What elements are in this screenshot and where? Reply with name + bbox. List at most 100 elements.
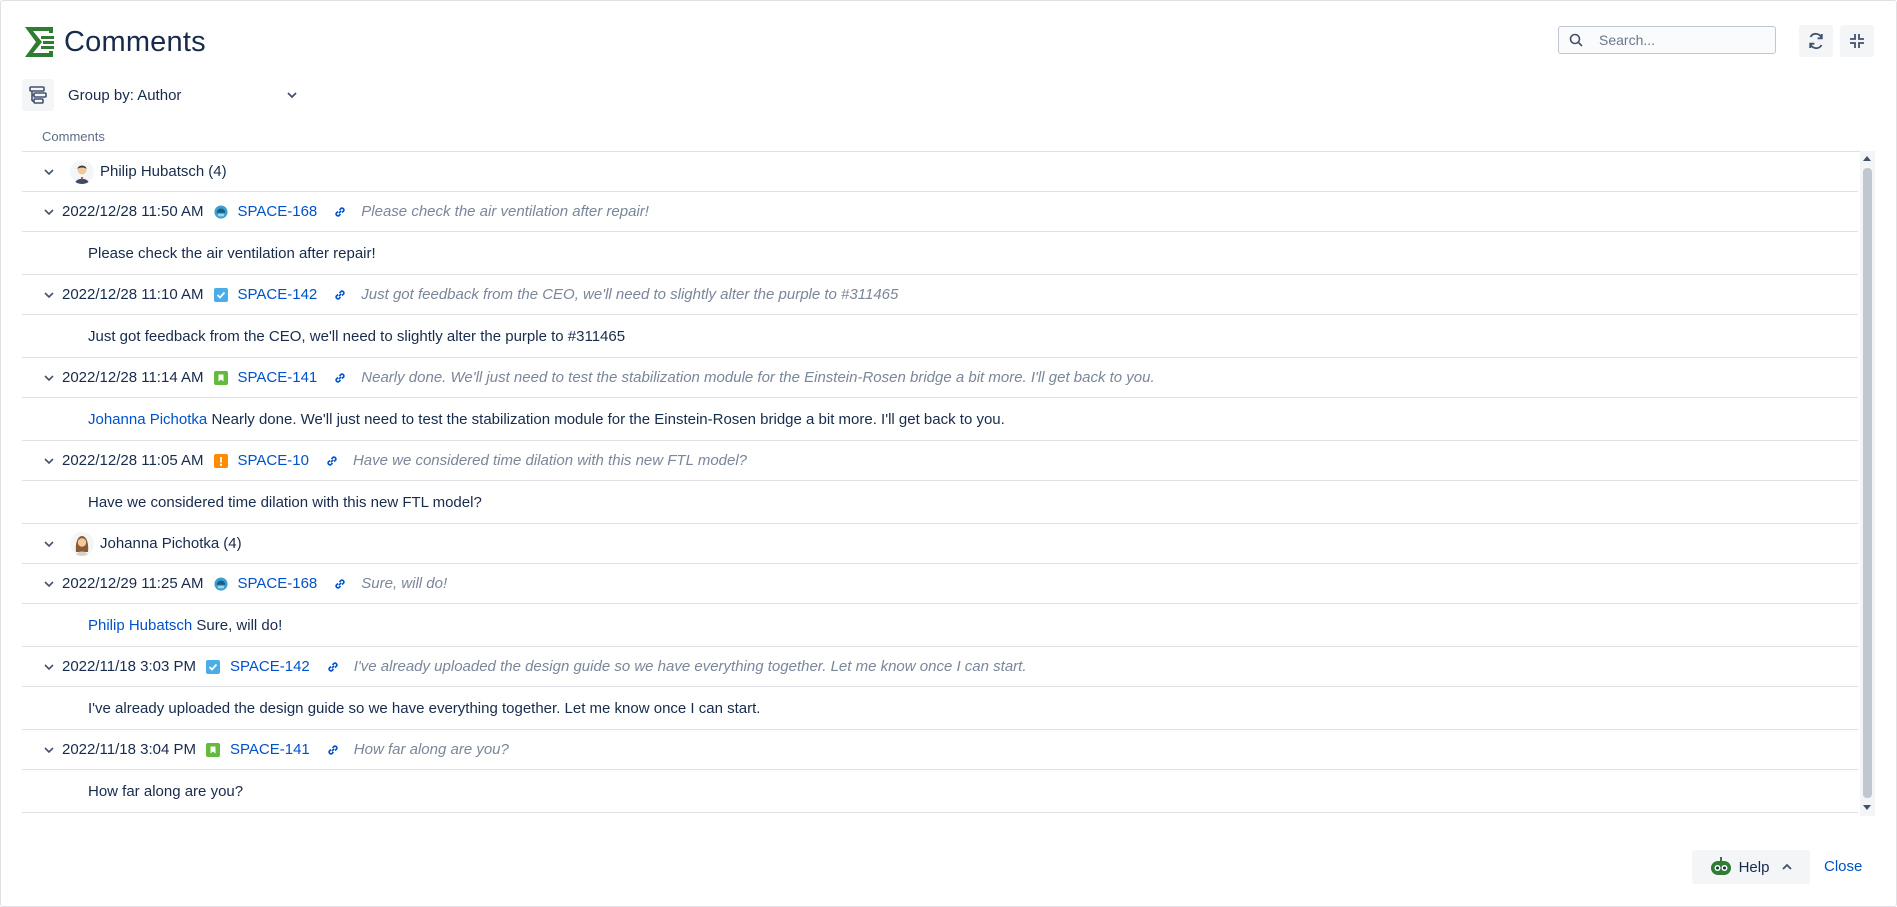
task-checkbox-icon <box>206 659 220 674</box>
help-label: Help <box>1738 858 1770 876</box>
comment-body-row: Philip Hubatsch Sure, will do! <box>22 604 1858 647</box>
issue-link[interactable]: SPACE-10 <box>238 452 309 469</box>
comment-date: 2022/12/29 11:25 AM <box>62 575 204 592</box>
comment-preview: How far along are you? <box>353 741 509 758</box>
comment-date: 2022/11/18 3:04 PM <box>62 741 196 758</box>
link-icon[interactable] <box>325 454 339 468</box>
comment-header-row: 2022/12/28 11:50 AM SPACE-168 Please check… <box>22 192 1858 232</box>
comment-body-row: Have we considered time dilation with th… <box>22 481 1858 524</box>
issue-link[interactable]: SPACE-168 <box>238 575 318 592</box>
search-input[interactable] <box>1597 31 1761 49</box>
column-header: Comments <box>42 129 105 144</box>
issue-link[interactable]: SPACE-168 <box>238 203 318 220</box>
author-name: Johanna Pichotka <box>100 535 220 552</box>
chevron-down-icon[interactable] <box>42 454 56 468</box>
comment-body: Johanna Pichotka Nearly done. We'll just… <box>88 411 1005 428</box>
comment-date: 2022/12/28 11:10 AM <box>62 286 204 303</box>
chevron-down-icon[interactable] <box>42 537 56 551</box>
robot-icon <box>1710 857 1731 875</box>
issue-avatar-icon <box>213 576 228 591</box>
comment-preview: Please check the air ventilation after r… <box>361 203 649 220</box>
author-group-row: Philip Hubatsch (4) <box>22 152 1858 192</box>
refresh-button[interactable] <box>1799 25 1833 57</box>
issue-avatar-icon <box>213 204 228 219</box>
comment-preview: Nearly done. We'll just need to test the… <box>361 369 1155 386</box>
comment-header-row: 2022/11/18 3:03 PM SPACE-142 I've already … <box>22 647 1858 687</box>
comment-body: Philip Hubatsch Sure, will do! <box>88 617 282 634</box>
hierarchy-icon <box>29 86 47 104</box>
comment-text: Sure, will do! <box>196 616 283 634</box>
comment-header-row: 2022/11/18 3:04 PM SPACE-141 How far along… <box>22 730 1858 770</box>
issue-link[interactable]: SPACE-142 <box>230 658 310 675</box>
alert-icon <box>213 453 228 468</box>
link-icon[interactable] <box>326 743 340 757</box>
comment-header-row: 2022/12/29 11:25 AM SPACE-168 Sure, will d… <box>22 564 1858 604</box>
scroll-thumb[interactable] <box>1863 168 1872 798</box>
chevron-down-icon[interactable] <box>42 743 56 757</box>
comment-header-row: 2022/12/28 11:14 AM SPACE-141 Nearly done.… <box>22 358 1858 398</box>
comment-body: Please check the air ventilation after r… <box>88 245 376 262</box>
chevron-down-icon[interactable] <box>42 165 56 179</box>
page-title: Comments <box>64 25 206 58</box>
comment-preview: Have we considered time dilation with th… <box>352 452 748 469</box>
comment-date: 2022/11/18 3:03 PM <box>62 658 196 675</box>
comment-count: (4) <box>223 535 242 552</box>
chevron-down-icon[interactable] <box>42 371 56 385</box>
chevron-up-icon <box>1782 863 1793 870</box>
issue-link[interactable]: SPACE-142 <box>238 286 318 303</box>
link-icon[interactable] <box>326 660 340 674</box>
comment-text: I've already uploaded the design guide s… <box>88 699 761 717</box>
group-by-toolbar: Group by: Author <box>22 78 298 112</box>
link-icon[interactable] <box>333 205 347 219</box>
comment-date: 2022/12/28 11:50 AM <box>62 203 204 220</box>
search-box[interactable] <box>1558 26 1776 54</box>
comment-body: Have we considered time dilation with th… <box>88 494 482 511</box>
scroll-up-arrow[interactable] <box>1863 156 1871 161</box>
help-button[interactable]: Help <box>1692 850 1810 884</box>
group-by-label: Group by: Author <box>68 86 182 104</box>
comment-preview: Sure, will do! <box>361 575 448 592</box>
chevron-down-icon <box>287 92 297 99</box>
comment-date: 2022/12/28 11:14 AM <box>62 369 204 386</box>
link-icon[interactable] <box>333 577 347 591</box>
collapse-button[interactable] <box>1840 25 1874 57</box>
comment-body-row: I've already uploaded the design guide s… <box>22 687 1858 730</box>
comment-body-row: Please check the air ventilation after r… <box>22 232 1858 275</box>
issue-link[interactable]: SPACE-141 <box>238 369 318 386</box>
comment-body: I've already uploaded the design guide s… <box>88 700 760 717</box>
scrollbar[interactable] <box>1860 151 1875 816</box>
task-checkbox-icon <box>213 287 228 302</box>
avatar <box>70 159 94 184</box>
link-icon[interactable] <box>333 288 347 302</box>
link-icon[interactable] <box>333 371 347 385</box>
refresh-icon <box>1809 32 1823 50</box>
group-by-button[interactable] <box>22 79 54 111</box>
comment-body: How far along are you? <box>88 783 243 800</box>
avatar <box>70 531 94 556</box>
comment-text: Just got feedback from the CEO, we'll ne… <box>88 327 626 345</box>
comment-preview: I've already uploaded the design guide s… <box>353 658 1027 675</box>
chevron-down-icon[interactable] <box>42 205 56 219</box>
group-by-select[interactable]: Group by: Author <box>68 87 298 104</box>
comment-body: Just got feedback from the CEO, we'll ne… <box>88 328 625 345</box>
comment-body-row: Just got feedback from the CEO, we'll ne… <box>22 315 1858 358</box>
comment-text: Have we considered time dilation with th… <box>88 493 482 511</box>
story-bookmark-icon <box>213 370 228 385</box>
comment-date: 2022/12/28 11:05 AM <box>62 452 204 469</box>
search-icon <box>1569 33 1583 47</box>
close-button[interactable]: Close <box>1824 858 1862 875</box>
chevron-down-icon[interactable] <box>42 288 56 302</box>
scroll-down-arrow[interactable] <box>1863 805 1871 810</box>
author-group-row: Johanna Pichotka (4) <box>22 524 1858 564</box>
user-mention[interactable]: Johanna Pichotka <box>88 411 207 428</box>
story-bookmark-icon <box>206 742 220 757</box>
user-mention[interactable]: Philip Hubatsch <box>88 617 192 634</box>
dialog-header: Comments <box>22 22 206 62</box>
minimize-icon <box>1850 34 1864 48</box>
comment-body-row: Johanna Pichotka Nearly done. We'll just… <box>22 398 1858 441</box>
chevron-down-icon[interactable] <box>42 660 56 674</box>
comment-text: Nearly done. We'll just need to test the… <box>211 410 1005 428</box>
comment-header-row: 2022/12/28 11:10 AM SPACE-142 Just got fee… <box>22 275 1858 315</box>
issue-link[interactable]: SPACE-141 <box>230 741 310 758</box>
chevron-down-icon[interactable] <box>42 577 56 591</box>
